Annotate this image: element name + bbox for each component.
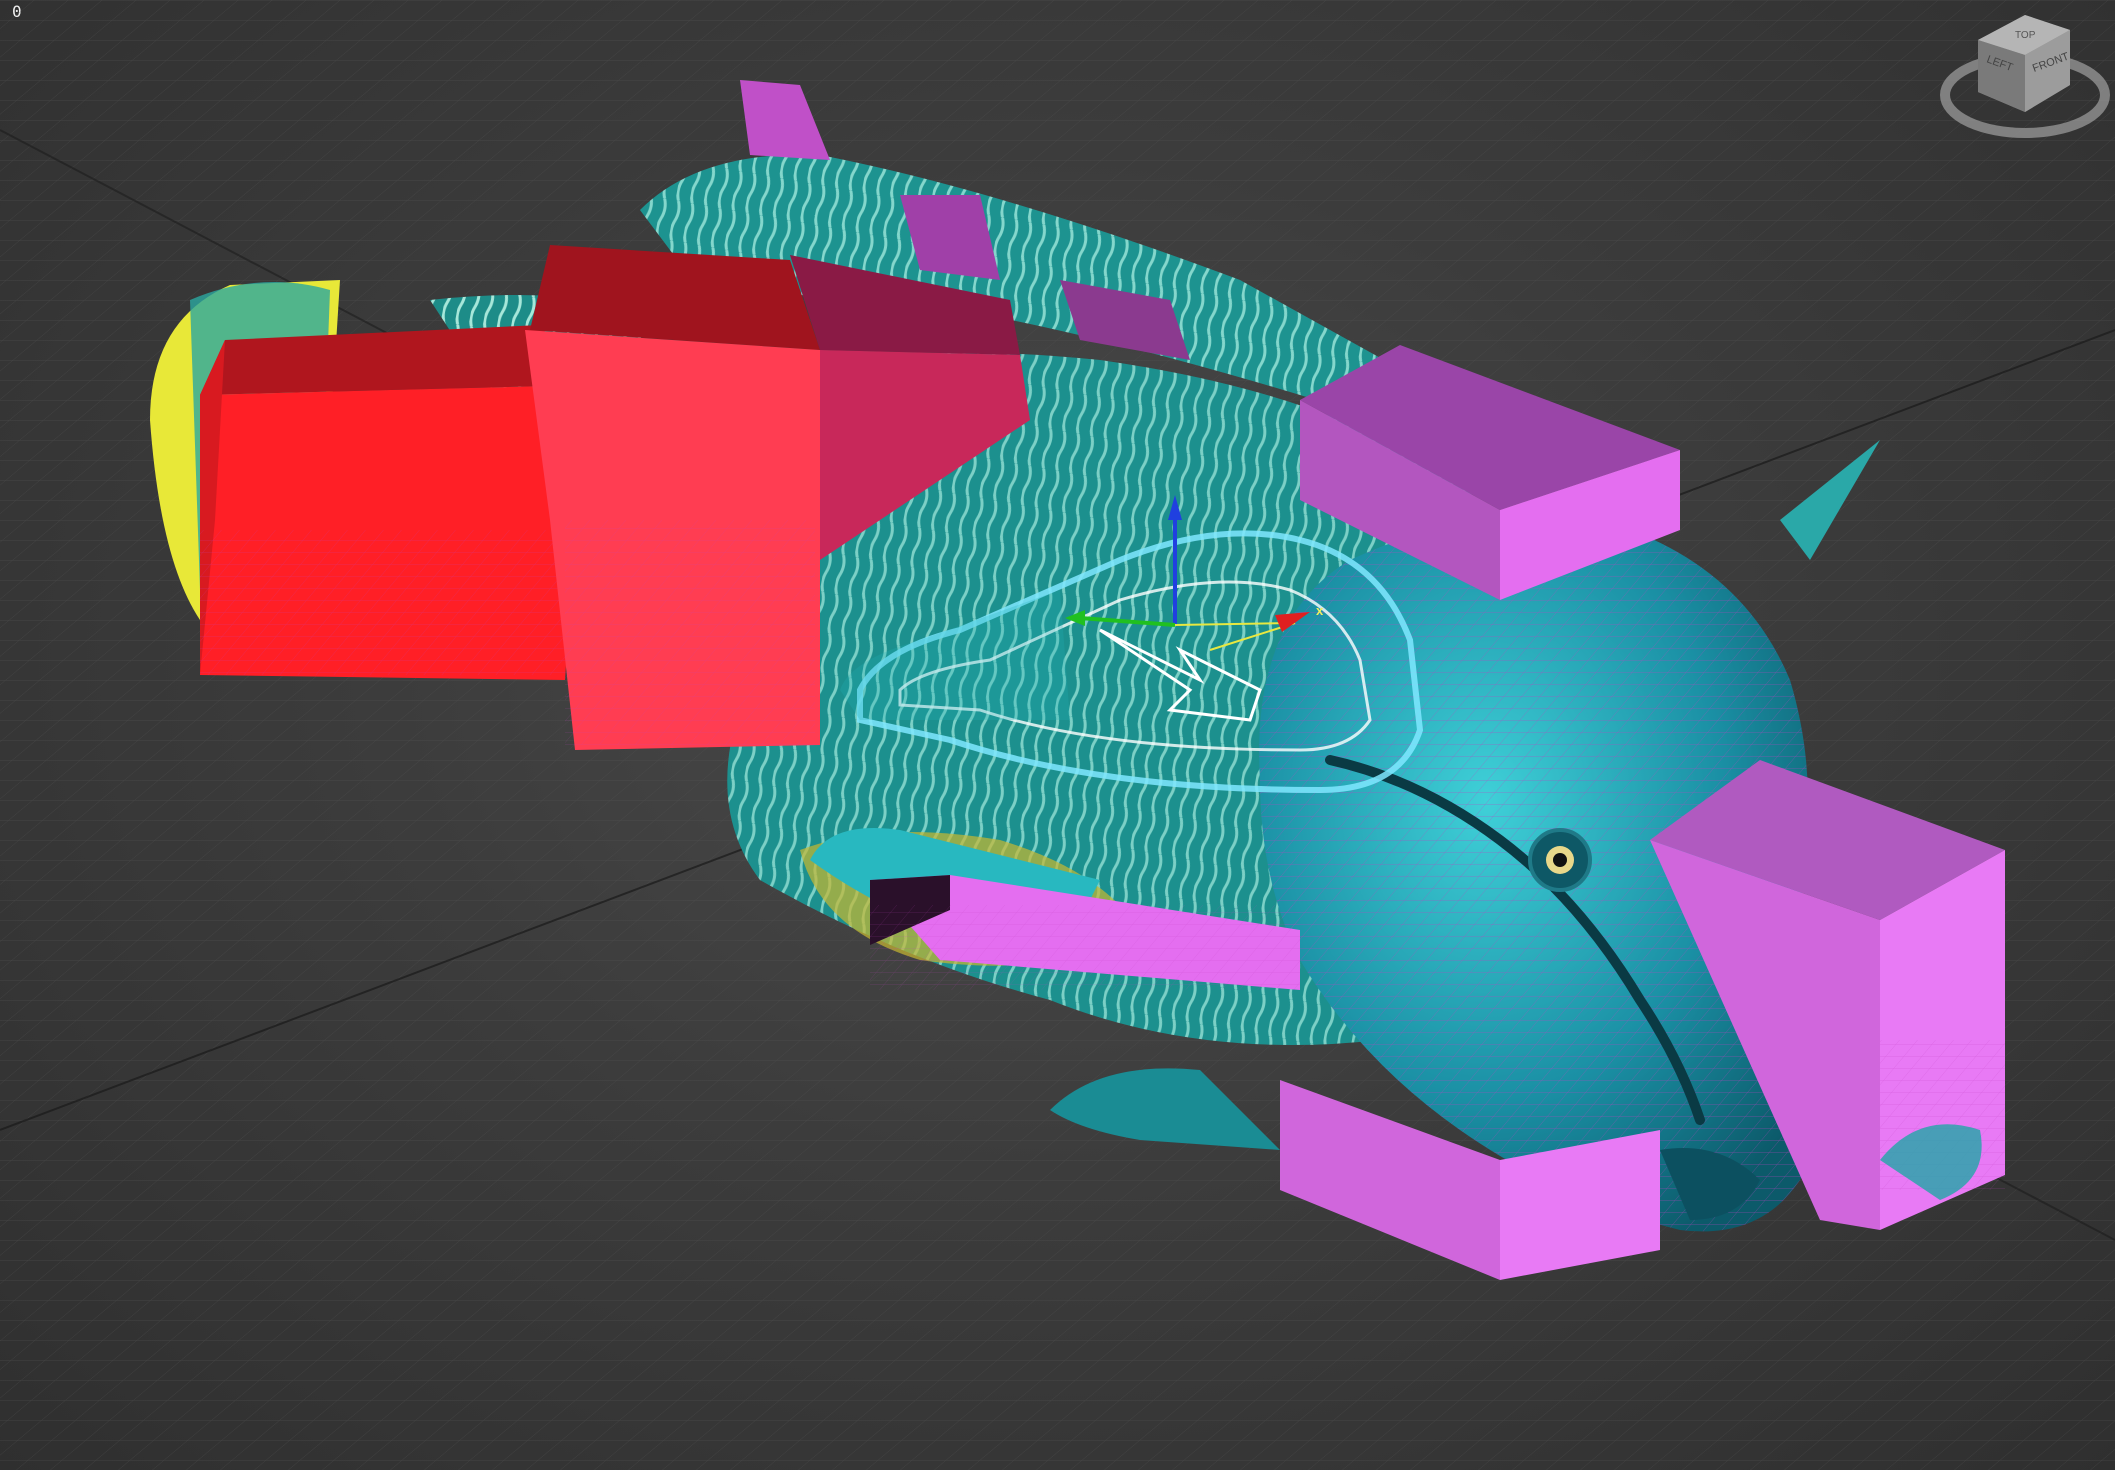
viewcube[interactable]: FRONT LEFT TOP	[1930, 0, 2115, 150]
tail-bone-box-2[interactable]	[525, 245, 820, 750]
tail-bone-box-1[interactable]	[200, 325, 585, 680]
gizmo-x-label: x	[1316, 603, 1324, 618]
scene-canvas[interactable]: x	[0, 0, 2115, 1470]
3d-viewport[interactable]: 0	[0, 0, 2115, 1470]
viewcube-top-label: TOP	[2015, 30, 2036, 41]
